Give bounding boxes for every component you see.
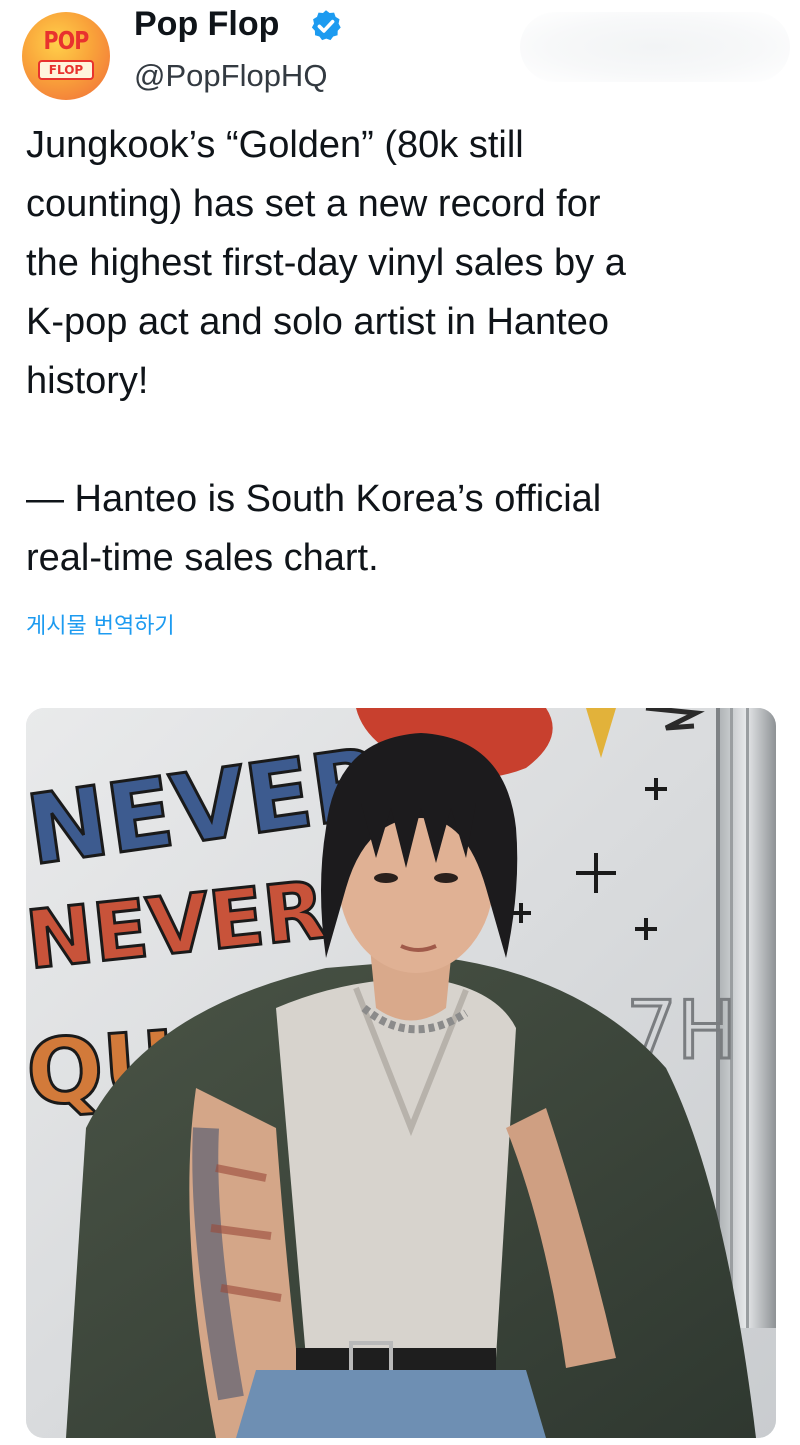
photo-illustration: NEVERS NEVER QUIT 7H	[26, 708, 776, 1438]
tweet-body: Jungkook’s “Golden” (80k still counting)…	[26, 116, 788, 588]
tweet-paragraph-2: — Hanteo is South Korea’s official real-…	[26, 478, 602, 579]
avatar[interactable]: POP FLOP	[22, 12, 110, 100]
tweet-paragraph-1: Jungkook’s “Golden” (80k still counting)…	[26, 124, 626, 402]
avatar-logo-bottom: FLOP	[38, 60, 94, 80]
tweet-media-photo[interactable]: NEVERS NEVER QUIT 7H	[26, 708, 776, 1438]
more-options-area	[520, 12, 790, 82]
avatar-logo-top: POP	[43, 26, 89, 55]
tweet-header: POP FLOP Pop Flop @PopFlopHQ	[0, 0, 800, 100]
verified-badge-icon	[311, 10, 341, 41]
translate-post-link[interactable]: 게시물 번역하기	[26, 612, 175, 642]
author-display-name[interactable]: Pop Flop	[134, 2, 279, 46]
author-handle[interactable]: @PopFlopHQ	[134, 56, 327, 96]
